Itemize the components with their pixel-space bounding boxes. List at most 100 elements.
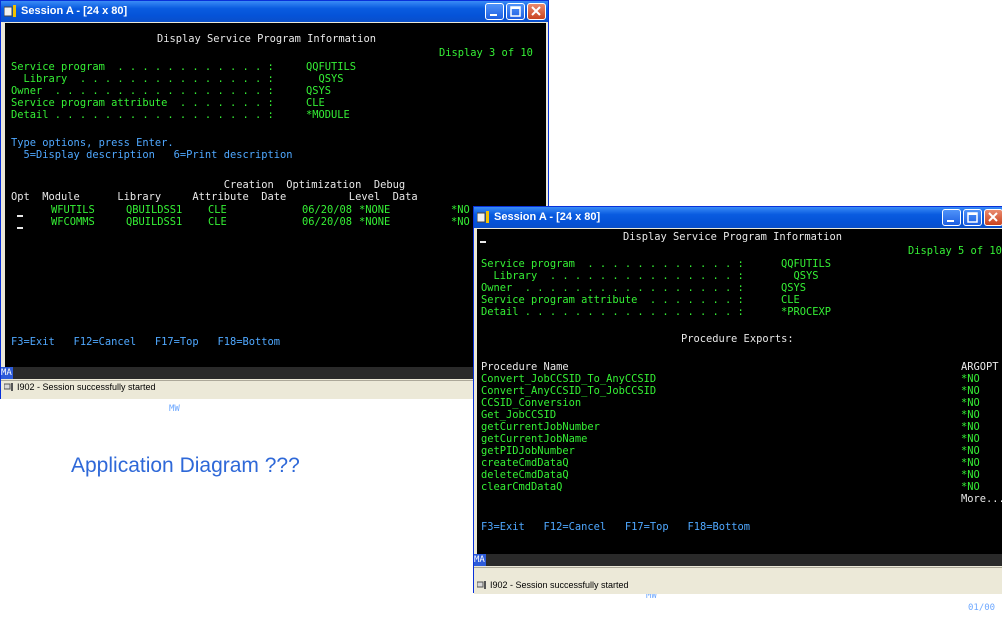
procedure-argopt: *NO <box>961 433 980 445</box>
message-indicator: MA <box>1 367 13 379</box>
module-library: QBUILDSS1 <box>126 204 183 216</box>
terminal-session-icon <box>477 211 489 223</box>
procedure-argopt: *NO <box>961 481 980 493</box>
operator-info-area-2: MA a MW 01/00 <box>474 554 1002 613</box>
minimize-icon <box>490 14 497 16</box>
screen-heading: Display Service Program Information <box>623 231 842 243</box>
field-label-service-program: Service program . . . . . . . . . . . . … <box>11 61 274 73</box>
terminal-screen-1[interactable]: Display Service Program Information Disp… <box>5 23 546 367</box>
module-opt-level: *NONE <box>359 216 391 228</box>
field-label-detail: Detail . . . . . . . . . . . . . . . . .… <box>481 306 744 318</box>
field-label-library: Library . . . . . . . . . . . . . . . : <box>11 73 274 85</box>
screen-heading: Display Service Program Information <box>157 33 376 45</box>
procedure-name: Get_JobCCSID <box>481 409 557 421</box>
module-debug: *NO <box>451 204 470 216</box>
column-header-1: Creation Optimization Debug <box>11 179 406 191</box>
column-header-2: Opt Module Library Attribute Date Level … <box>11 191 418 203</box>
session-window-2[interactable]: Session A - [24 x 80] Display Service Pr… <box>473 206 1002 613</box>
cursor <box>480 241 486 243</box>
status-bar-2: I902 - Session successfully started <box>474 567 1002 594</box>
close-button[interactable] <box>984 209 1002 226</box>
maximize-button[interactable] <box>963 209 982 226</box>
minimize-button[interactable] <box>485 3 504 20</box>
column-header-procedure-name: Procedure Name <box>481 361 569 373</box>
minimize-icon <box>947 220 954 222</box>
procedure-name: deleteCmdDataQ <box>481 469 569 481</box>
terminal-session-icon <box>4 5 16 17</box>
module-attribute: CLE <box>208 204 227 216</box>
window-title: Session A - [24 x 80] <box>494 211 601 223</box>
procedure-argopt: *NO <box>961 385 980 397</box>
section-title: Procedure Exports: <box>681 333 794 345</box>
title-bar-1[interactable]: Session A - [24 x 80] <box>1 1 548 22</box>
status-message: I902 - Session successfully started <box>17 382 156 392</box>
field-value-owner: QSYS <box>781 282 807 294</box>
maximize-icon <box>967 212 978 223</box>
operator-info-area-1: MA a MW <box>1 367 548 414</box>
procedure-name: getPIDJobNumber <box>481 445 575 457</box>
field-label-attribute: Service program attribute . . . . . . . … <box>11 97 274 109</box>
field-value-attribute: CLE <box>781 294 800 306</box>
maximize-button[interactable] <box>506 3 525 20</box>
procedure-argopt: *NO <box>961 397 980 409</box>
instructions: Type options, press Enter. <box>11 137 174 149</box>
close-icon <box>988 212 998 222</box>
function-keys: F3=Exit F12=Cancel F17=Top F18=Bottom <box>11 336 280 348</box>
procedure-argopt: *NO <box>961 457 980 469</box>
module-name: WFCOMMS <box>51 216 95 228</box>
field-label-service-program: Service program . . . . . . . . . . . . … <box>481 258 744 270</box>
module-debug: *NO <box>451 216 470 228</box>
procedure-name: Convert_JobCCSID_To_AnyCCSID <box>481 373 657 385</box>
cursor-position: 01/00 <box>968 603 996 613</box>
minimize-button[interactable] <box>942 209 961 226</box>
procedure-name: createCmdDataQ <box>481 457 569 469</box>
status-message: I902 - Session successfully started <box>490 580 629 590</box>
field-label-attribute: Service program attribute . . . . . . . … <box>481 294 744 306</box>
connection-icon <box>4 383 13 391</box>
field-value-attribute: CLE <box>306 97 325 109</box>
column-header-argopt: ARGOPT <box>961 361 999 373</box>
module-opt-level: *NONE <box>359 204 391 216</box>
option-input-row-1[interactable] <box>17 215 23 217</box>
message-indicator: MA <box>474 554 486 566</box>
module-name: WFUTILS <box>51 204 95 216</box>
module-attribute: CLE <box>208 216 227 228</box>
procedure-argopt: *NO <box>961 421 980 433</box>
procedure-name: clearCmdDataQ <box>481 481 563 493</box>
option-legend: 5=Display description 6=Print descriptio… <box>11 149 293 161</box>
procedure-argopt: *NO <box>961 469 980 481</box>
mw-indicator: MW <box>169 404 180 414</box>
procedure-argopt: *NO <box>961 373 980 385</box>
procedure-name: CCSID_Conversion <box>481 397 582 409</box>
status-bar-1: I902 - Session successfully started <box>1 380 548 399</box>
field-value-detail: *PROCEXP <box>781 306 832 318</box>
module-library: QBUILDSS1 <box>126 216 183 228</box>
field-value-detail: *MODULE <box>306 109 350 121</box>
close-icon <box>531 6 541 16</box>
window-title: Session A - [24 x 80] <box>21 5 128 17</box>
display-position: Display 3 of 10 <box>439 47 533 59</box>
field-value-service-program: QQFUTILS <box>306 61 357 73</box>
display-position: Display 5 of 10 <box>908 245 1002 257</box>
procedure-name: getCurrentJobNumber <box>481 421 600 433</box>
session-window-1[interactable]: Session A - [24 x 80] Display Service Pr… <box>0 0 549 414</box>
procedure-argopt: *NO <box>961 445 980 457</box>
procedure-argopt: *NO <box>961 409 980 421</box>
close-button[interactable] <box>527 3 546 20</box>
module-date: 06/20/08 <box>302 204 353 216</box>
procedure-name: Convert_AnyCCSID_To_JobCCSID <box>481 385 657 397</box>
field-value-service-program: QQFUTILS <box>781 258 832 270</box>
connection-icon <box>477 581 486 589</box>
maximize-icon <box>510 6 521 17</box>
module-date: 06/20/08 <box>302 216 353 228</box>
field-value-owner: QSYS <box>306 85 332 97</box>
field-label-detail: Detail . . . . . . . . . . . . . . . . .… <box>11 109 274 121</box>
terminal-screen-2[interactable]: Display Service Program Information Disp… <box>477 229 1002 554</box>
field-label-library: Library . . . . . . . . . . . . . . . : <box>481 270 744 282</box>
field-label-owner: Owner . . . . . . . . . . . . . . . . . … <box>11 85 274 97</box>
option-input-row-2[interactable] <box>17 227 23 229</box>
title-bar-2[interactable]: Session A - [24 x 80] <box>474 207 1002 228</box>
diagram-caption: Application Diagram ??? <box>71 454 300 477</box>
field-value-library: QSYS <box>306 73 344 85</box>
more-indicator: More... <box>961 493 1002 505</box>
